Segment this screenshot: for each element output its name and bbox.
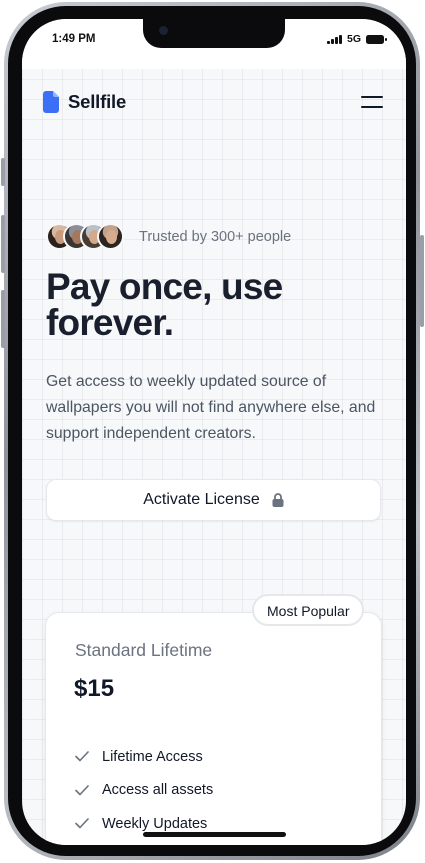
check-icon — [75, 751, 89, 762]
plan-name: Standard Lifetime — [75, 640, 213, 660]
activate-license-button[interactable]: Activate License — [46, 479, 381, 521]
notch — [143, 19, 285, 48]
status-bar: 1:49 PM 5G — [22, 19, 406, 69]
phone-volume-down-button — [1, 290, 5, 348]
status-time: 1:49 PM — [52, 33, 96, 45]
file-icon — [43, 91, 59, 113]
brand-logo[interactable]: Sellfile — [43, 91, 126, 113]
home-indicator[interactable] — [143, 832, 286, 837]
feature-label: Access all assets — [102, 782, 214, 799]
feature-label: Weekly Updates — [102, 815, 208, 832]
activate-license-label: Activate License — [143, 491, 260, 508]
plan-price: $15 — [74, 675, 115, 702]
cellular-signal-icon — [327, 34, 342, 44]
pricing-card: Standard Lifetime $15 Lifetime Access Ac… — [45, 612, 382, 845]
most-popular-badge: Most Popular — [252, 594, 365, 626]
front-camera-icon — [159, 26, 168, 35]
phone-screen: 1:49 PM 5G Sellfile Trusted by 300+ peop… — [22, 19, 406, 845]
list-item: Lifetime Access — [75, 740, 213, 774]
avatar-stack — [46, 223, 124, 250]
brand-name: Sellfile — [68, 91, 127, 112]
trusted-text: Trusted by 300+ people — [139, 228, 292, 245]
social-proof: Trusted by 300+ people — [46, 223, 291, 250]
site-header: Sellfile — [43, 91, 383, 115]
battery-icon — [366, 34, 387, 44]
status-indicators: 5G — [327, 33, 387, 45]
hero-description: Get access to weekly updated source of w… — [46, 373, 376, 442]
feature-label: Lifetime Access — [102, 748, 203, 765]
lock-icon — [272, 493, 284, 507]
hamburger-menu-icon[interactable] — [361, 94, 383, 110]
hero-title-line-2: forever. — [46, 302, 174, 343]
network-type: 5G — [346, 33, 361, 45]
check-icon — [75, 784, 89, 796]
feature-list: Lifetime Access Access all assets Weekly… — [75, 740, 213, 841]
phone-volume-up-button — [1, 215, 5, 273]
phone-power-button — [420, 235, 424, 327]
hero-title: Pay once, use forever. — [46, 266, 366, 343]
hero-title-line-1: Pay once, use — [46, 266, 283, 307]
check-icon — [75, 818, 89, 829]
avatar — [97, 223, 124, 250]
phone-mute-switch — [1, 158, 5, 186]
list-item: Access all assets — [75, 774, 213, 808]
